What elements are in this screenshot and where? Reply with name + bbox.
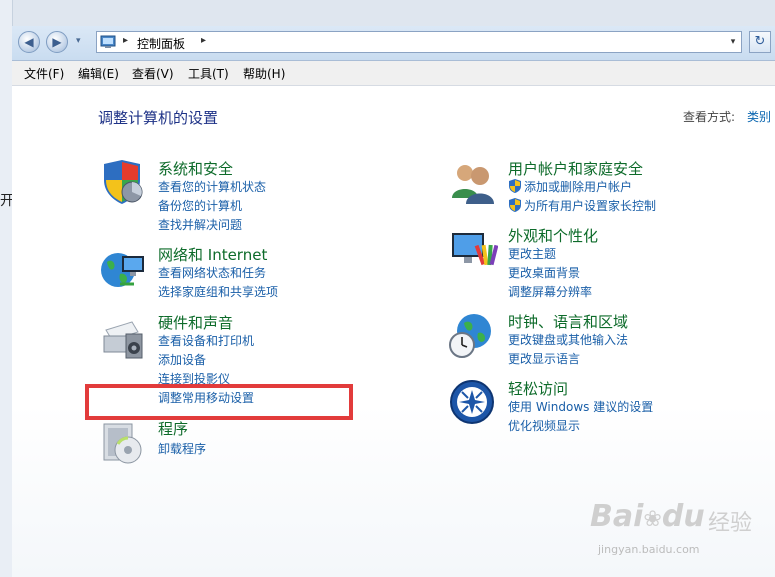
category-title-system-security[interactable]: 系统和安全 [158, 158, 233, 179]
control-panel-window: 开 ◀ ▶ ▾ ▸ 控制面板 ▸ ▾ ↻ 文件(F) 编辑(E) 查看(V) 工… [0, 0, 775, 577]
view-by-dropdown[interactable]: 类别 [747, 108, 771, 125]
category-ease-of-access: 轻松访问 使用 Windows 建议的设置 优化视频显示 [448, 378, 738, 433]
link-change-display-language[interactable]: 更改显示语言 [508, 350, 580, 367]
menu-bar: 文件(F) 编辑(E) 查看(V) 工具(T) 帮助(H) [12, 61, 775, 86]
menu-file[interactable]: 文件(F) [24, 65, 64, 82]
category-title-ease-of-access[interactable]: 轻松访问 [508, 378, 568, 399]
shield-icon[interactable] [98, 158, 148, 208]
link-change-input-method[interactable]: 更改键盘或其他输入法 [508, 331, 628, 348]
category-system-security: 系统和安全 查看您的计算机状态 备份您的计算机 查找并解决问题 [98, 158, 358, 238]
category-title-hardware-sound[interactable]: 硬件和声音 [158, 312, 233, 333]
menu-view[interactable]: 查看(V) [132, 65, 174, 82]
address-dropdown-icon[interactable]: ▾ [725, 32, 741, 52]
back-button[interactable]: ◀ [18, 31, 40, 53]
link-add-remove-accounts-label[interactable]: 添加或删除用户帐户 [524, 180, 632, 194]
users-icon[interactable] [448, 158, 498, 208]
link-add-remove-accounts[interactable]: 添加或删除用户帐户 [508, 178, 632, 195]
link-recommended-settings[interactable]: 使用 Windows 建议的设置 [508, 398, 653, 415]
category-clock-language-region: 时钟、语言和区域 更改键盘或其他输入法 更改显示语言 [448, 311, 738, 366]
refresh-button[interactable]: ↻ [749, 31, 771, 53]
address-bar[interactable]: ▸ 控制面板 ▸ ▾ [96, 31, 742, 53]
menu-help[interactable]: 帮助(H) [243, 65, 285, 82]
forward-arrow-icon: ▶ [52, 35, 62, 49]
programs-disc-icon[interactable] [98, 418, 148, 468]
forward-button[interactable]: ▶ [46, 31, 68, 53]
category-title-programs[interactable]: 程序 [158, 418, 188, 439]
link-optimize-visual-display[interactable]: 优化视频显示 [508, 417, 580, 434]
back-arrow-icon: ◀ [24, 35, 34, 49]
uac-shield-icon [509, 179, 521, 193]
breadcrumb-chevron-icon[interactable]: ▸ [201, 35, 206, 46]
link-view-network-status[interactable]: 查看网络状态和任务 [158, 264, 266, 281]
view-by-label: 查看方式: [683, 110, 736, 124]
link-screen-resolution[interactable]: 调整屏幕分辨率 [508, 283, 592, 300]
link-backup-computer[interactable]: 备份您的计算机 [158, 197, 242, 214]
uac-shield-icon [509, 198, 521, 212]
link-homegroup-sharing[interactable]: 选择家庭组和共享选项 [158, 283, 278, 300]
link-parental-controls-label[interactable]: 为所有用户设置家长控制 [524, 199, 656, 213]
link-parental-controls[interactable]: 为所有用户设置家长控制 [508, 197, 656, 214]
monitor-palette-icon[interactable] [448, 225, 498, 275]
breadcrumb-separator-icon[interactable]: ▸ [123, 35, 128, 46]
link-change-background[interactable]: 更改桌面背景 [508, 264, 580, 281]
link-view-computer-status[interactable]: 查看您的计算机状态 [158, 178, 266, 195]
watermark-cn-text: 经验 [708, 511, 753, 536]
link-troubleshoot[interactable]: 查找并解决问题 [158, 216, 242, 233]
watermark-brand: Bai❀du [590, 499, 705, 534]
menu-edit[interactable]: 编辑(E) [78, 65, 119, 82]
category-programs: 程序 卸载程序 [98, 418, 358, 468]
category-appearance: 外观和个性化 更改主题 更改桌面背景 调整屏幕分辨率 [448, 225, 738, 299]
breadcrumb-control-panel[interactable]: 控制面板 [137, 35, 185, 52]
navigation-bar: ◀ ▶ ▾ ▸ 控制面板 ▸ ▾ ↻ [12, 26, 775, 61]
annotation-highlight-box [85, 384, 353, 420]
baidu-watermark: Bai❀du 经验 jingyan.baidu.com [590, 495, 765, 565]
category-user-accounts: 用户帐户和家庭安全 添加或删除用户帐户 为所有用户设置家长控制 [448, 158, 738, 213]
control-panel-icon [100, 35, 116, 48]
ease-of-access-icon[interactable] [448, 378, 498, 428]
network-globe-icon[interactable] [98, 244, 148, 294]
printer-speaker-icon[interactable] [98, 312, 148, 362]
category-title-appearance[interactable]: 外观和个性化 [508, 225, 598, 246]
link-add-device[interactable]: 添加设备 [158, 351, 206, 368]
link-change-theme[interactable]: 更改主题 [508, 245, 556, 262]
recent-pages-dropdown[interactable]: ▾ [76, 36, 86, 48]
watermark-url: jingyan.baidu.com [598, 543, 700, 556]
category-title-network-internet[interactable]: 网络和 Internet [158, 244, 267, 265]
link-devices-printers[interactable]: 查看设备和打印机 [158, 332, 254, 349]
category-title-user-accounts[interactable]: 用户帐户和家庭安全 [508, 158, 643, 179]
clock-globe-icon[interactable] [448, 311, 498, 361]
category-title-clock-language-region[interactable]: 时钟、语言和区域 [508, 311, 628, 332]
link-uninstall-program[interactable]: 卸载程序 [158, 440, 206, 457]
page-title: 调整计算机的设置 [98, 109, 219, 127]
menu-tools[interactable]: 工具(T) [188, 65, 229, 82]
category-network-internet: 网络和 Internet 查看网络状态和任务 选择家庭组和共享选项 [98, 244, 358, 304]
